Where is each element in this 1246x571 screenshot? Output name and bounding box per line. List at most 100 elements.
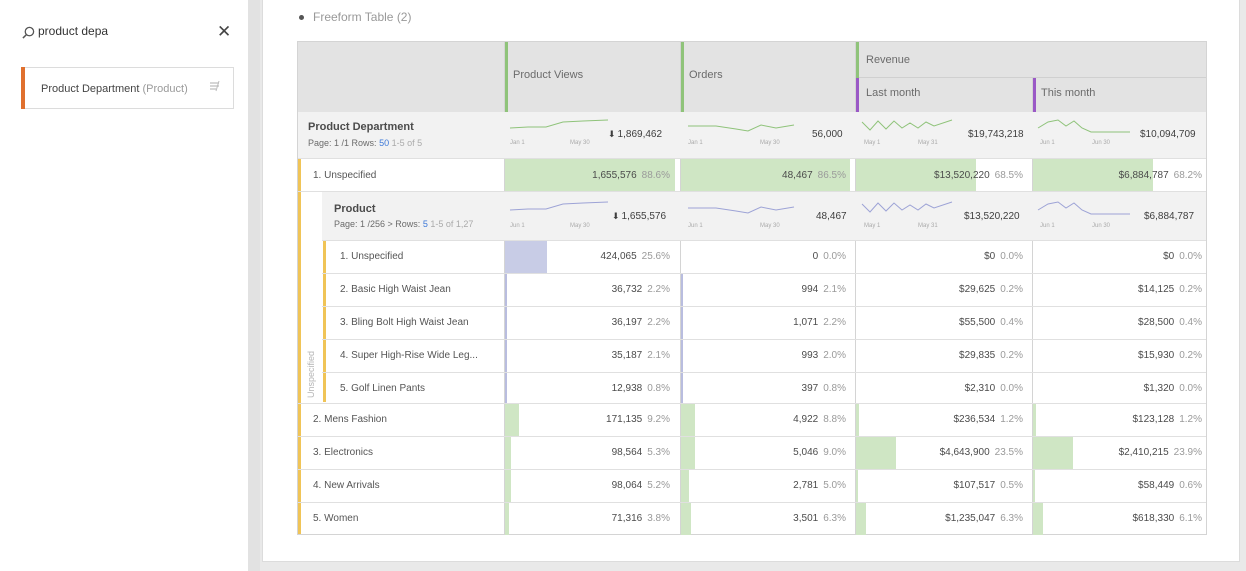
percent-bar xyxy=(856,470,858,502)
cell-revenue-this-month: $618,330 6.1% xyxy=(1132,513,1202,524)
row-divider xyxy=(322,273,1206,274)
sparkline-end-label: May 30 xyxy=(570,223,590,229)
percent-bar xyxy=(505,241,547,273)
sparkline-revenue-last-month xyxy=(861,201,953,213)
search-input[interactable] xyxy=(38,24,198,38)
cell-product-views: 36,197 2.2% xyxy=(611,317,670,328)
table-row-label[interactable]: 4. New Arrivals xyxy=(313,480,380,491)
cell-orders: 4,922 8.8% xyxy=(793,414,846,425)
percent-bar xyxy=(505,340,507,372)
row-divider xyxy=(298,469,1206,470)
percent-bar xyxy=(505,373,507,405)
percent-bar xyxy=(1033,437,1073,469)
percent-bar xyxy=(681,340,683,372)
cell-product-views: 12,938 0.8% xyxy=(611,383,670,394)
table-row-label[interactable]: 2. Basic High Waist Jean xyxy=(340,284,451,295)
sparkline-end-label: Jun 30 xyxy=(1092,140,1111,146)
component-item-product-department[interactable]: Product Department (Product) xyxy=(21,67,234,109)
cell-revenue-this-month: $6,884,787 68.2% xyxy=(1118,170,1202,181)
column-header-revenue[interactable]: Revenue xyxy=(866,54,910,66)
sparkline-orders xyxy=(688,206,795,214)
cell-revenue-last-month: $2,310 0.0% xyxy=(964,383,1023,394)
breakdown-row-stripe xyxy=(323,240,326,402)
sparkline-start-label: May 1 xyxy=(864,140,881,146)
total-revenue-this-month: $10,094,709 xyxy=(1140,129,1196,140)
component-type: (Product) xyxy=(142,83,188,95)
percent-bar xyxy=(681,307,683,339)
cell-revenue-last-month: $0 0.0% xyxy=(984,251,1023,262)
cell-product-views: 71,316 3.8% xyxy=(611,513,670,524)
sparkline-start-label: Jun 1 xyxy=(510,223,525,229)
column-header-last-month[interactable]: Last month xyxy=(866,87,920,99)
total-value: 1,869,462 xyxy=(617,129,663,140)
cell-orders: 48,467 86.5% xyxy=(782,170,846,181)
total-orders: 56,000 xyxy=(812,129,843,140)
summary-pagination: Page: 1 /256 > Rows: 5 1-5 of 1,27 xyxy=(334,219,473,229)
sparkline-start-label: May 1 xyxy=(864,223,881,229)
percent-bar xyxy=(505,404,519,436)
percent-bar xyxy=(505,470,511,502)
percent-bar xyxy=(856,404,859,436)
pagination-text: Page: 1 /1 Rows: xyxy=(308,138,377,148)
sparkline-start-label: Jun 1 xyxy=(688,223,703,229)
cell-revenue-last-month: $1,235,047 6.3% xyxy=(945,513,1023,524)
info-icon[interactable] xyxy=(209,80,221,92)
cell-revenue-last-month: $29,835 0.2% xyxy=(959,350,1023,361)
row-divider xyxy=(322,372,1206,373)
row-label-unspecified[interactable]: 1. Unspecified xyxy=(313,170,376,181)
percent-bar xyxy=(505,307,507,339)
table-row-label[interactable]: 5. Golf Linen Pants xyxy=(340,383,425,394)
component-name: Product Department xyxy=(41,83,140,95)
total-product-views: ⬇ 1,655,576 xyxy=(612,211,667,222)
rows-select[interactable]: 5 xyxy=(423,219,428,229)
percent-bar xyxy=(505,437,511,469)
table-row-label[interactable]: 4. Super High-Rise Wide Leg... xyxy=(340,350,478,361)
sparkline-start-label: Jan 1 xyxy=(688,140,703,146)
cell-product-views: 36,732 2.2% xyxy=(611,284,670,295)
percent-bar xyxy=(856,437,896,469)
pagination-text[interactable]: Page: 1 /256 > Rows: xyxy=(334,219,420,229)
sparkline-revenue-this-month xyxy=(1037,201,1130,215)
panel-divider[interactable] xyxy=(248,0,260,571)
cell-orders: 3,501 6.3% xyxy=(793,513,846,524)
row-divider xyxy=(298,191,1206,192)
cell-orders: 0 0.0% xyxy=(812,251,846,262)
table-row-label[interactable]: 3. Bling Bolt High Waist Jean xyxy=(340,317,469,328)
cell-product-views: 1,655,576 88.6% xyxy=(592,170,670,181)
column-header-orders[interactable]: Orders xyxy=(689,69,723,81)
rows-select[interactable]: 50 xyxy=(379,138,389,148)
percent-bar xyxy=(1033,503,1043,535)
rows-range: 1-5 of 1,27 xyxy=(430,219,474,229)
sparkline-revenue-last-month xyxy=(861,119,953,131)
column-header-product-views[interactable]: Product Views xyxy=(513,69,583,81)
cell-revenue-last-month: $29,625 0.2% xyxy=(959,284,1023,295)
close-icon[interactable]: ✕ xyxy=(217,22,231,42)
table-row-label[interactable]: 1. Unspecified xyxy=(340,251,403,262)
cell-product-views: 98,064 5.2% xyxy=(611,480,670,491)
cell-revenue-this-month: $14,125 0.2% xyxy=(1138,284,1202,295)
percent-bar xyxy=(681,373,683,405)
sparkline-end-label: May 30 xyxy=(760,140,780,146)
column-header-this-month[interactable]: This month xyxy=(1041,87,1095,99)
row-divider xyxy=(322,240,1206,241)
percent-bar xyxy=(681,437,695,469)
cell-orders: 397 0.8% xyxy=(801,383,846,394)
cell-revenue-this-month: $1,320 0.0% xyxy=(1143,383,1202,394)
sparkline-end-label: May 31 xyxy=(918,140,938,146)
panel-title[interactable]: Freeform Table (2) xyxy=(299,10,411,24)
cell-product-views: 98,564 5.3% xyxy=(611,447,670,458)
cell-revenue-this-month: $123,128 1.2% xyxy=(1132,414,1202,425)
table-row-label[interactable]: 5. Women xyxy=(313,513,358,524)
percent-bar xyxy=(1033,470,1035,502)
sparkline-product-views xyxy=(509,201,608,211)
cell-orders: 1,071 2.2% xyxy=(793,317,846,328)
percent-bar xyxy=(505,503,509,535)
percent-bar xyxy=(1033,404,1036,436)
search-icon xyxy=(22,26,35,39)
table-row-label[interactable]: 3. Electronics xyxy=(313,447,373,458)
sparkline-product-views xyxy=(509,119,608,129)
header-divider xyxy=(855,77,1206,78)
table-row-label[interactable]: 2. Mens Fashion xyxy=(313,414,387,425)
freeform-table-title: Freeform Table (2) xyxy=(313,10,412,24)
cell-orders: 5,046 9.0% xyxy=(793,447,846,458)
